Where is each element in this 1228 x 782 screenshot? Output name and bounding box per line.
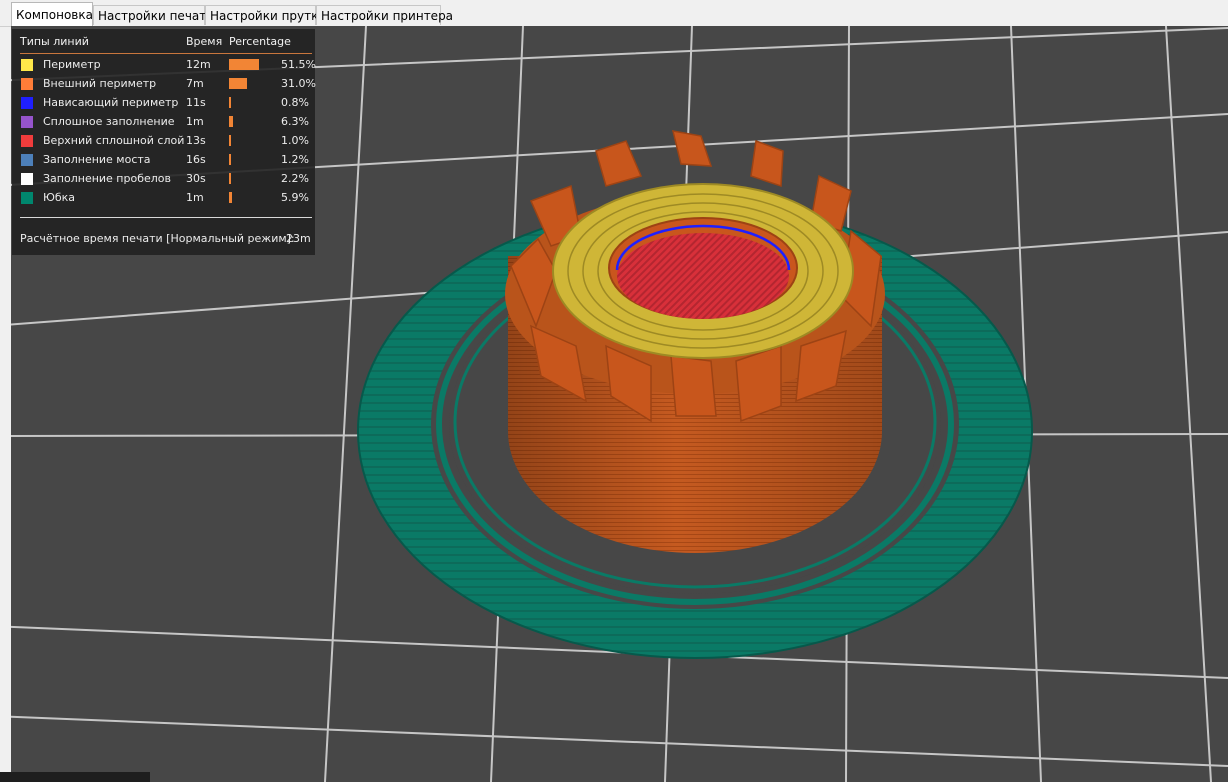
legend-header-percentage: Percentage <box>229 35 291 48</box>
legend-row[interactable]: Нависающий периметр 11s 0.8% <box>12 94 315 113</box>
legend-header-separator <box>20 53 312 54</box>
color-swatch <box>21 135 33 147</box>
model-body <box>505 130 885 553</box>
legend-row-percent: 1.2% <box>281 153 309 166</box>
percentage-bar <box>229 173 231 184</box>
legend-row-time: 11s <box>186 96 206 109</box>
legend-row[interactable]: Заполнение моста 16s 1.2% <box>12 151 315 170</box>
legend-header-time: Время <box>186 35 223 48</box>
legend-row-label: Заполнение моста <box>43 153 151 166</box>
legend-row[interactable]: Периметр 12m 51.5% <box>12 56 316 75</box>
legend-row-label: Верхний сплошной слой <box>43 134 185 147</box>
legend-row-percent: 5.9% <box>281 191 309 204</box>
color-swatch <box>21 97 33 109</box>
percentage-bar <box>229 97 231 108</box>
legend-row-label: Сплошное заполнение <box>43 115 175 128</box>
legend-row-label: Юбка <box>43 191 76 204</box>
legend-row-time: 16s <box>186 153 206 166</box>
tab-print-settings[interactable]: Настройки печати <box>93 5 214 25</box>
legend-row-time: 1m <box>186 115 204 128</box>
legend-row[interactable]: Сплошное заполнение 1m 6.3% <box>12 113 315 132</box>
percentage-bar <box>229 116 233 127</box>
estimated-print-time-value: 23m <box>286 232 311 245</box>
legend-row-percent: 2.2% <box>281 172 309 185</box>
estimated-print-time-label: Расчётное время печати [Нормальный режим… <box>20 232 295 245</box>
color-swatch <box>21 192 33 204</box>
legend-row-percent: 31.0% <box>281 77 316 90</box>
line-types-legend: Типы линий Время Percentage Периметр 12m… <box>12 29 316 255</box>
percentage-bar <box>229 78 247 89</box>
legend-header-type: Типы линий <box>20 35 89 48</box>
color-swatch <box>21 59 33 71</box>
percentage-bar <box>229 59 259 70</box>
tab-layout[interactable]: Компоновка <box>11 2 93 26</box>
legend-row[interactable]: Юбка 1m 5.9% <box>12 189 315 208</box>
legend-row-time: 1m <box>186 191 204 204</box>
legend-row[interactable]: Внешний периметр 7m 31.0% <box>12 75 316 94</box>
color-swatch <box>21 78 33 90</box>
percentage-bar <box>229 192 232 203</box>
color-swatch <box>21 116 33 128</box>
legend-row[interactable]: Заполнение пробелов 30s 2.2% <box>12 170 315 189</box>
legend-row-label: Периметр <box>43 58 101 71</box>
legend-row-percent: 51.5% <box>281 58 316 71</box>
legend-row-label: Внешний периметр <box>43 77 157 90</box>
tab-bar: Компоновка Настройки печати Настройки пр… <box>0 0 1228 27</box>
legend-row-percent: 0.8% <box>281 96 309 109</box>
legend-row-time: 7m <box>186 77 204 90</box>
percentage-bar <box>229 135 231 146</box>
tab-filament-settings[interactable]: Настройки прутка <box>205 5 326 25</box>
legend-row-label: Нависающий периметр <box>43 96 179 109</box>
legend-row-time: 30s <box>186 172 206 185</box>
color-swatch <box>21 154 33 166</box>
legend-row-time: 12m <box>186 58 211 71</box>
legend-row-label: Заполнение пробелов <box>43 172 172 185</box>
percentage-bar <box>229 154 231 165</box>
legend-row-percent: 6.3% <box>281 115 309 128</box>
tab-printer-settings[interactable]: Настройки принтера <box>316 5 453 25</box>
legend-row-time: 13s <box>186 134 206 147</box>
legend-footer-separator <box>20 217 312 218</box>
status-strip <box>0 772 150 782</box>
color-swatch <box>21 173 33 185</box>
legend-row-percent: 1.0% <box>281 134 309 147</box>
legend-row[interactable]: Верхний сплошной слой 13s 1.0% <box>12 132 315 151</box>
